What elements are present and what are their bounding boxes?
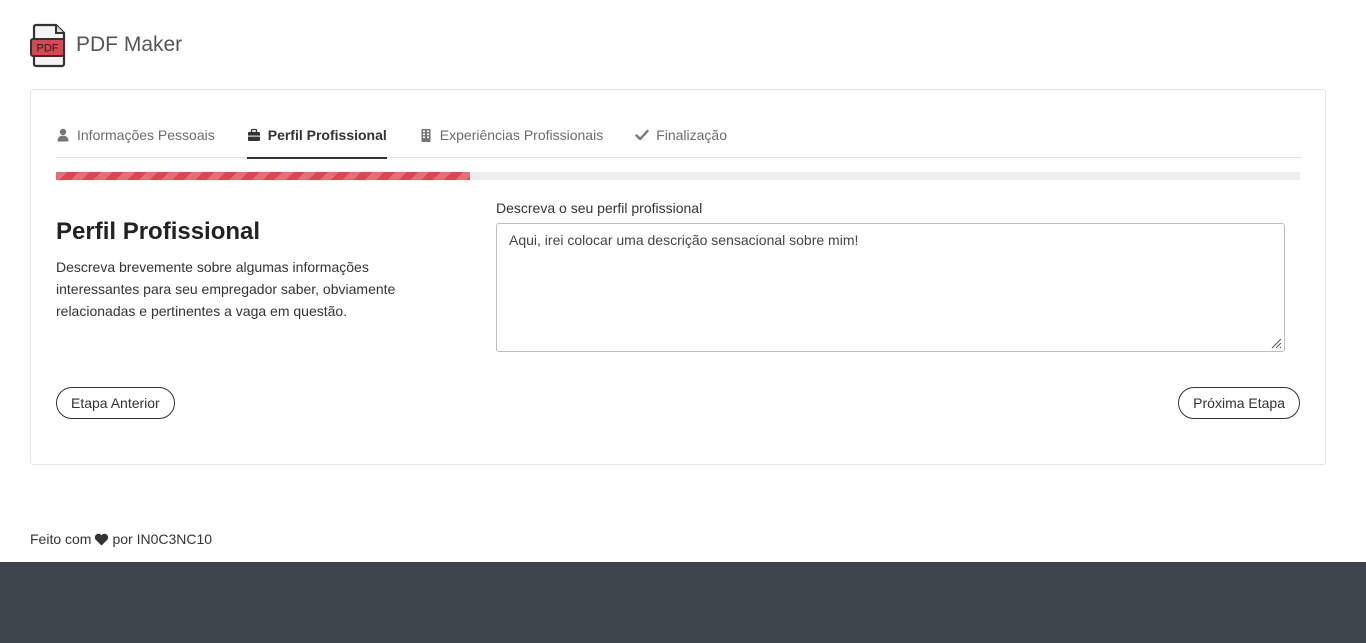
tab-label: Experiências Profissionais (439, 127, 604, 143)
heart-icon (95, 533, 109, 546)
building-icon (421, 129, 431, 142)
next-step-button[interactable]: Próxima Etapa (1178, 387, 1300, 419)
section-description: Descreva brevemente sobre algumas inform… (56, 259, 396, 319)
profile-field-label: Descreva o seu perfil profissional (496, 200, 703, 216)
footer-suffix: por IN0C3NC10 (112, 531, 213, 547)
footer-prefix: Feito com (30, 531, 92, 547)
tab-label: Perfil Profissional (267, 127, 387, 143)
tab-experiencias-profissionais[interactable]: Experiências Profissionais (419, 112, 603, 158)
user-icon (57, 128, 69, 142)
tab-finalizacao[interactable]: Finalização (635, 112, 727, 158)
tab-perfil-profissional[interactable]: Perfil Profissional (246, 112, 387, 159)
profile-description-textarea[interactable]: Aqui, irei colocar uma descrição sensaci… (496, 223, 1285, 352)
pdf-file-icon: PDF (30, 23, 66, 68)
app-header: PDF PDF Maker (30, 22, 182, 68)
check-icon (635, 129, 649, 141)
step-progress-bar (56, 172, 1300, 180)
tab-informacoes-pessoais[interactable]: Informações Pessoais (56, 112, 215, 158)
progress-fill (56, 172, 471, 180)
tab-label: Informações Pessoais (77, 127, 215, 143)
step-tabs: Informações Pessoais Perfil Profissional… (56, 112, 1301, 159)
footer-credit: Feito com por IN0C3NC10 (30, 531, 212, 547)
tab-label: Finalização (656, 127, 728, 143)
briefcase-icon (247, 128, 260, 141)
form-card: Informações Pessoais Perfil Profissional… (30, 89, 1326, 465)
footer-band (0, 562, 1366, 643)
previous-step-button[interactable]: Etapa Anterior (56, 387, 175, 419)
app-title: PDF Maker (76, 33, 183, 56)
pdf-badge-text: PDF (37, 43, 59, 55)
resize-handle-icon[interactable] (1270, 337, 1282, 349)
section-title: Perfil Profissional (56, 218, 261, 245)
